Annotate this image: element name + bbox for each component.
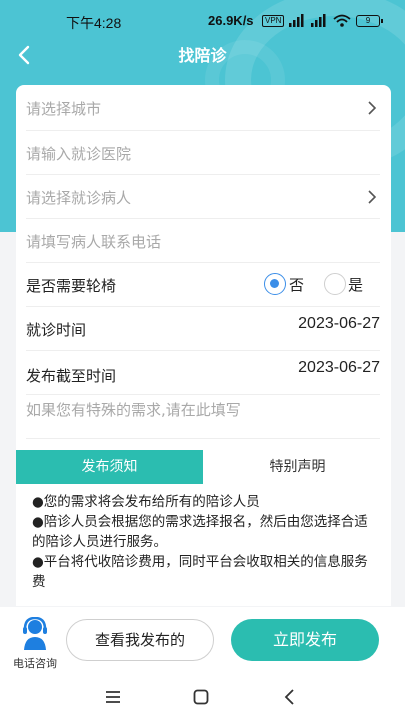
special-needs-input[interactable]: 如果您有特殊的需求,请在此填写 [26,395,380,439]
deadline-value: 2023-06-27 [298,359,380,376]
hospital-placeholder: 请输入就诊医院 [26,145,132,163]
chevron-right-icon [368,101,377,115]
status-time: 下午4:28 [66,15,122,31]
publish-now-button[interactable]: 立即发布 [231,619,379,661]
signal-icon [311,14,326,27]
notice-line: ●陪诊人员会根据您的需求选择报名，然后由您选择合适的陪诊人员进行服务。 [32,514,368,550]
view-my-posts-button[interactable]: 查看我发布的 [66,619,214,661]
special-needs-placeholder: 如果您有特殊的需求,请在此填写 [26,401,241,419]
phone-placeholder: 请填写病人联系电话 [26,233,162,251]
wifi-icon [333,14,351,27]
wheelchair-row: 是否需要轮椅 否 是 [26,263,380,307]
notice-content: ●您的需求将会发布给所有的陪诊人员 ●陪诊人员会根据您的需求选择报名，然后由您选… [16,484,391,606]
radio-yes-label: 是 [348,276,364,294]
page-title: 找陪诊 [178,46,227,65]
request-form: 请选择城市 请输入就诊医院 请选择就诊病人 请填写病人联系电话 是否需要轮椅 否… [16,85,391,450]
radio-no-label: 否 [289,276,305,294]
bottom-action-bar: 电话咨询 查看我发布的 立即发布 [0,607,405,677]
home-icon[interactable] [191,687,211,707]
battery-icon: 9 [356,15,383,27]
radio-no[interactable] [264,273,286,295]
deadline-row[interactable]: 发布截至时间 2023-06-27 [26,351,380,395]
phone-consult-label: 电话咨询 [13,657,57,670]
visit-time-row[interactable]: 就诊时间 2023-06-27 [26,307,380,351]
hospital-input[interactable]: 请输入就诊医院 [26,131,380,175]
vpn-badge: VPN [262,15,285,27]
chevron-right-icon [368,190,377,204]
tab-special-statement[interactable]: 特别声明 [204,450,391,484]
menu-icon[interactable] [103,687,123,707]
status-bar: 下午4:28 26.9K/s VPN 9 [0,0,405,40]
signal-icon [289,14,304,27]
radio-yes[interactable] [324,273,346,295]
deadline-label: 发布截至时间 [26,367,117,385]
notice-tabs: 发布须知 特别声明 [16,450,391,484]
visit-time-value: 2023-06-27 [298,315,380,332]
visit-time-label: 就诊时间 [26,321,87,339]
phone-consult-button[interactable]: 电话咨询 [8,617,62,673]
city-placeholder: 请选择城市 [26,100,102,118]
city-select[interactable]: 请选择城市 [26,85,380,131]
back-icon[interactable] [280,687,300,707]
patient-select[interactable]: 请选择就诊病人 [26,175,380,219]
notice-line: ●您的需求将会发布给所有的陪诊人员 [32,494,260,510]
headset-icon [23,617,47,650]
system-nav-bar [0,677,405,720]
tab-publish-notice[interactable]: 发布须知 [16,450,203,484]
network-speed: 26.9K/s [208,13,254,28]
nav-bar: 找陪诊 [0,40,405,70]
wheelchair-label: 是否需要轮椅 [26,277,117,295]
notice-line: ●平台将代收陪诊费用，同时平台会收取相关的信息服务费 [32,554,368,590]
patient-placeholder: 请选择就诊病人 [26,189,132,207]
phone-input[interactable]: 请填写病人联系电话 [26,219,380,263]
